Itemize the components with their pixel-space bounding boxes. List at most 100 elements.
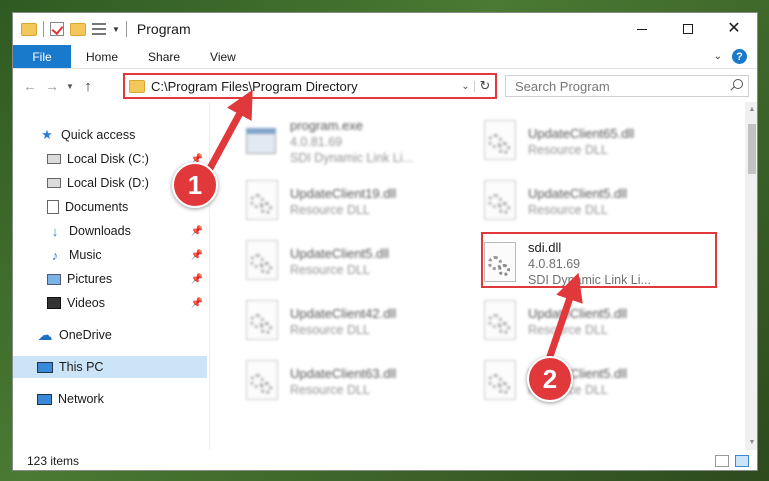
window-controls: ✕ bbox=[619, 13, 757, 45]
disk-icon bbox=[47, 178, 61, 188]
help-icon[interactable]: ? bbox=[732, 49, 747, 64]
file-description: Resource DLL bbox=[290, 383, 370, 397]
file-item-program-exe[interactable]: program.exe 4.0.81.69 SDI Dynamic Link L… bbox=[244, 114, 484, 170]
title-bar: ▼ Program ✕ bbox=[13, 13, 757, 45]
window-title: Program bbox=[136, 21, 191, 37]
divider bbox=[125, 21, 127, 37]
file-name: UpdateClient19.dll bbox=[290, 186, 397, 201]
file-description: Resource DLL bbox=[528, 143, 608, 157]
sidebar-item-label: Documents bbox=[65, 200, 129, 214]
large-icons-view-icon[interactable] bbox=[735, 455, 749, 467]
pin-icon: 📌 bbox=[190, 225, 203, 237]
close-button[interactable]: ✕ bbox=[711, 13, 757, 45]
application-icon bbox=[244, 122, 280, 162]
divider bbox=[43, 21, 44, 37]
address-path[interactable]: C:\Program Files\Program Directory bbox=[151, 79, 457, 94]
customize-icon[interactable] bbox=[92, 23, 106, 35]
pin-icon: 📌 bbox=[190, 273, 203, 285]
file-item[interactable]: UpdateClient5.dll Resource DLL bbox=[244, 234, 484, 290]
sidebar-item-label: Local Disk (C:) bbox=[67, 152, 149, 166]
dll-gear-icon bbox=[244, 300, 280, 344]
file-item[interactable]: UpdateClient5.dll Resource DLL bbox=[482, 354, 722, 410]
file-description: Resource DLL bbox=[528, 203, 608, 217]
file-explorer-window: ▼ Program ✕ File Home Share View ⌄ ? ← →… bbox=[12, 12, 758, 471]
scroll-up-icon[interactable]: ▲ bbox=[745, 106, 757, 113]
properties-check-icon[interactable] bbox=[50, 22, 64, 36]
address-dropdown-icon[interactable]: ⌄ bbox=[457, 80, 475, 92]
download-icon: ↓ bbox=[51, 223, 59, 239]
tab-file[interactable]: File bbox=[13, 45, 71, 68]
forward-arrow-icon[interactable]: → bbox=[41, 78, 63, 94]
file-name: UpdateClient65.dll bbox=[528, 126, 635, 141]
maximize-button[interactable] bbox=[665, 13, 711, 45]
dll-gear-icon bbox=[244, 240, 280, 284]
folder-icon bbox=[129, 79, 145, 93]
file-item[interactable]: UpdateClient5.dll Resource DLL bbox=[482, 174, 722, 230]
star-icon: ★ bbox=[41, 127, 53, 142]
ribbon-tabs: File Home Share View ⌄ ? bbox=[13, 45, 757, 69]
sidebar-item-label: This PC bbox=[59, 360, 104, 374]
sidebar-item-quick-access[interactable]: ★ Quick access bbox=[13, 124, 207, 146]
file-item[interactable]: UpdateClient42.dll Resource DLL bbox=[244, 294, 484, 350]
sidebar-item-videos[interactable]: Videos 📌 bbox=[13, 292, 207, 314]
details-view-icon[interactable] bbox=[715, 455, 729, 467]
sidebar-item-music[interactable]: ♪ Music 📌 bbox=[13, 244, 207, 266]
step-badge-1: 1 bbox=[172, 162, 218, 208]
music-icon: ♪ bbox=[51, 247, 59, 263]
file-description: Resource DLL bbox=[528, 323, 608, 337]
file-name: UpdateClient5.dll bbox=[528, 186, 628, 201]
tab-home[interactable]: Home bbox=[71, 45, 133, 68]
sidebar-item-local-disk-c[interactable]: Local Disk (C:) 📌 bbox=[13, 148, 207, 170]
sidebar-item-label: Videos bbox=[67, 296, 105, 310]
address-bar[interactable]: C:\Program Files\Program Directory ⌄ ↻ bbox=[123, 73, 497, 99]
file-name: UpdateClient5.dll bbox=[528, 306, 628, 321]
sidebar-item-this-pc[interactable]: This PC bbox=[13, 356, 207, 378]
dll-gear-icon bbox=[482, 120, 518, 164]
sidebar-item-label: Pictures bbox=[67, 272, 113, 286]
vertical-scrollbar[interactable]: ▲ ▼ bbox=[745, 102, 757, 450]
file-list: program.exe 4.0.81.69 SDI Dynamic Link L… bbox=[210, 102, 745, 450]
file-item[interactable]: UpdateClient65.dll Resource DLL bbox=[482, 114, 722, 170]
minimize-button[interactable] bbox=[619, 13, 665, 45]
dll-gear-icon bbox=[482, 300, 518, 344]
file-description: Resource DLL bbox=[290, 203, 370, 217]
file-name: UpdateClient5.dll bbox=[290, 246, 390, 261]
scroll-down-icon[interactable]: ▼ bbox=[745, 439, 757, 446]
file-item[interactable]: UpdateClient63.dll Resource DLL bbox=[244, 354, 484, 410]
navigation-bar: ← → ▼ ↑ C:\Program Files\Program Directo… bbox=[13, 70, 757, 102]
maximize-icon bbox=[683, 24, 693, 34]
up-arrow-icon[interactable]: ↑ bbox=[77, 78, 99, 95]
file-item[interactable]: UpdateClient5.dll Resource DLL bbox=[482, 294, 722, 350]
customize-dropdown-icon[interactable]: ▼ bbox=[112, 25, 120, 34]
recent-locations-icon[interactable]: ▼ bbox=[63, 82, 77, 91]
new-folder-icon[interactable] bbox=[70, 22, 86, 36]
sidebar-item-label: Downloads bbox=[69, 224, 131, 238]
dll-gear-icon bbox=[244, 180, 280, 224]
sidebar-item-pictures[interactable]: Pictures 📌 bbox=[13, 268, 207, 290]
step-badge-2: 2 bbox=[527, 356, 573, 402]
refresh-icon[interactable]: ↻ bbox=[475, 78, 495, 94]
ribbon-right-controls: ⌄ ? bbox=[714, 45, 757, 68]
scroll-thumb[interactable] bbox=[748, 124, 756, 174]
tab-share[interactable]: Share bbox=[133, 45, 195, 68]
sidebar-item-onedrive[interactable]: ☁ OneDrive bbox=[13, 324, 207, 346]
expand-ribbon-icon[interactable]: ⌄ bbox=[714, 51, 722, 62]
sidebar-item-network[interactable]: Network bbox=[13, 388, 207, 410]
back-arrow-icon[interactable]: ← bbox=[19, 78, 41, 94]
sidebar-item-downloads[interactable]: ↓ Downloads 📌 bbox=[13, 220, 207, 242]
search-input[interactable]: Search Program bbox=[505, 75, 749, 97]
file-description: Resource DLL bbox=[290, 323, 370, 337]
pin-icon: 📌 bbox=[190, 297, 203, 309]
tab-view[interactable]: View bbox=[195, 45, 251, 68]
file-description: SDI Dynamic Link Li... bbox=[290, 151, 413, 165]
status-bar: 123 items bbox=[13, 450, 757, 470]
video-icon bbox=[47, 297, 61, 309]
cloud-icon: ☁ bbox=[37, 327, 53, 344]
sdi-dll-highlight-box bbox=[481, 232, 717, 288]
file-item[interactable]: UpdateClient19.dll Resource DLL bbox=[244, 174, 484, 230]
search-icon bbox=[730, 79, 743, 91]
quick-access-toolbar: ▼ bbox=[21, 21, 127, 37]
sidebar-item-label: Quick access bbox=[61, 128, 136, 142]
dll-gear-icon bbox=[482, 360, 518, 404]
sidebar-item-label: Network bbox=[58, 392, 104, 406]
